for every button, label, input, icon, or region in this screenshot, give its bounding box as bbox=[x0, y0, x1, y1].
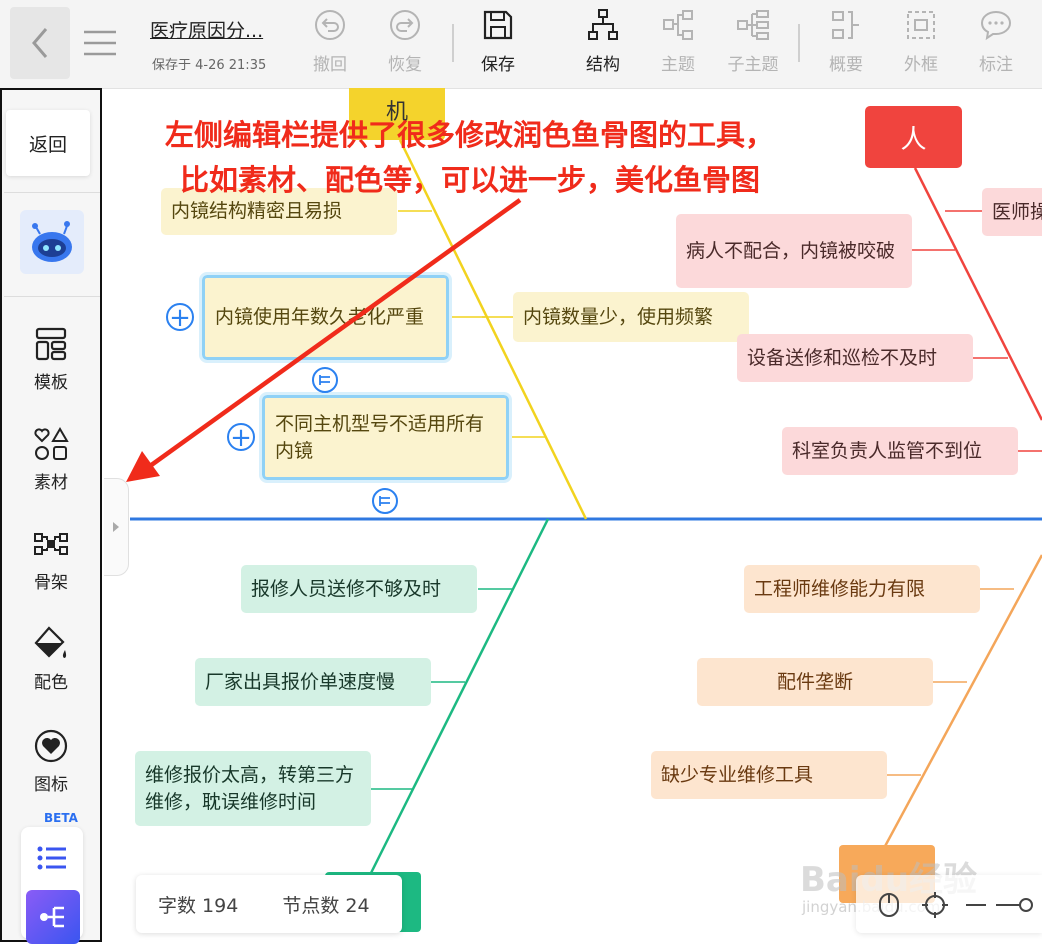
mindmap-icon bbox=[40, 906, 64, 928]
heart-icon bbox=[34, 729, 68, 763]
node-count: 节点数 24 bbox=[282, 894, 370, 917]
annotation-arrow bbox=[126, 198, 522, 482]
template-label: 模板 bbox=[34, 373, 68, 393]
skeleton-button[interactable]: 骨架 bbox=[14, 526, 88, 606]
back-tooltip[interactable]: 返回 bbox=[6, 110, 90, 176]
zoom-out-icon[interactable] bbox=[966, 904, 986, 906]
divider bbox=[4, 296, 100, 297]
color-scheme-button[interactable]: 配色 bbox=[14, 626, 88, 706]
paint-bucket-icon bbox=[34, 626, 67, 658]
collapse-panel-handle[interactable] bbox=[104, 478, 129, 576]
word-count: 字数 194 bbox=[158, 894, 239, 917]
color-scheme-label: 配色 bbox=[34, 673, 68, 693]
ai-assistant-button[interactable] bbox=[20, 210, 84, 274]
beta-badge: BETA bbox=[44, 811, 78, 825]
icon-library-button[interactable]: 图标 bbox=[14, 728, 88, 808]
list-icon bbox=[37, 846, 66, 870]
outline-view-button[interactable] bbox=[30, 838, 74, 878]
material-icon bbox=[34, 427, 69, 460]
mouse-mode-icon[interactable] bbox=[878, 892, 900, 922]
mindmap-view-button[interactable] bbox=[26, 890, 80, 944]
material-button[interactable]: 素材 bbox=[14, 426, 88, 506]
zoom-slider[interactable] bbox=[996, 896, 1036, 918]
skeleton-label: 骨架 bbox=[34, 573, 68, 593]
robot-icon bbox=[32, 221, 72, 262]
skeleton-icon bbox=[34, 533, 68, 555]
caret-right-icon bbox=[113, 522, 119, 532]
stats-bar: 字数 194 节点数 24 bbox=[136, 875, 402, 933]
material-label: 素材 bbox=[34, 473, 68, 493]
template-button[interactable]: 模板 bbox=[14, 326, 88, 406]
locate-center-icon[interactable] bbox=[922, 892, 948, 922]
divider bbox=[4, 192, 100, 193]
icon-library-label: 图标 bbox=[34, 775, 68, 795]
template-icon bbox=[35, 327, 67, 361]
